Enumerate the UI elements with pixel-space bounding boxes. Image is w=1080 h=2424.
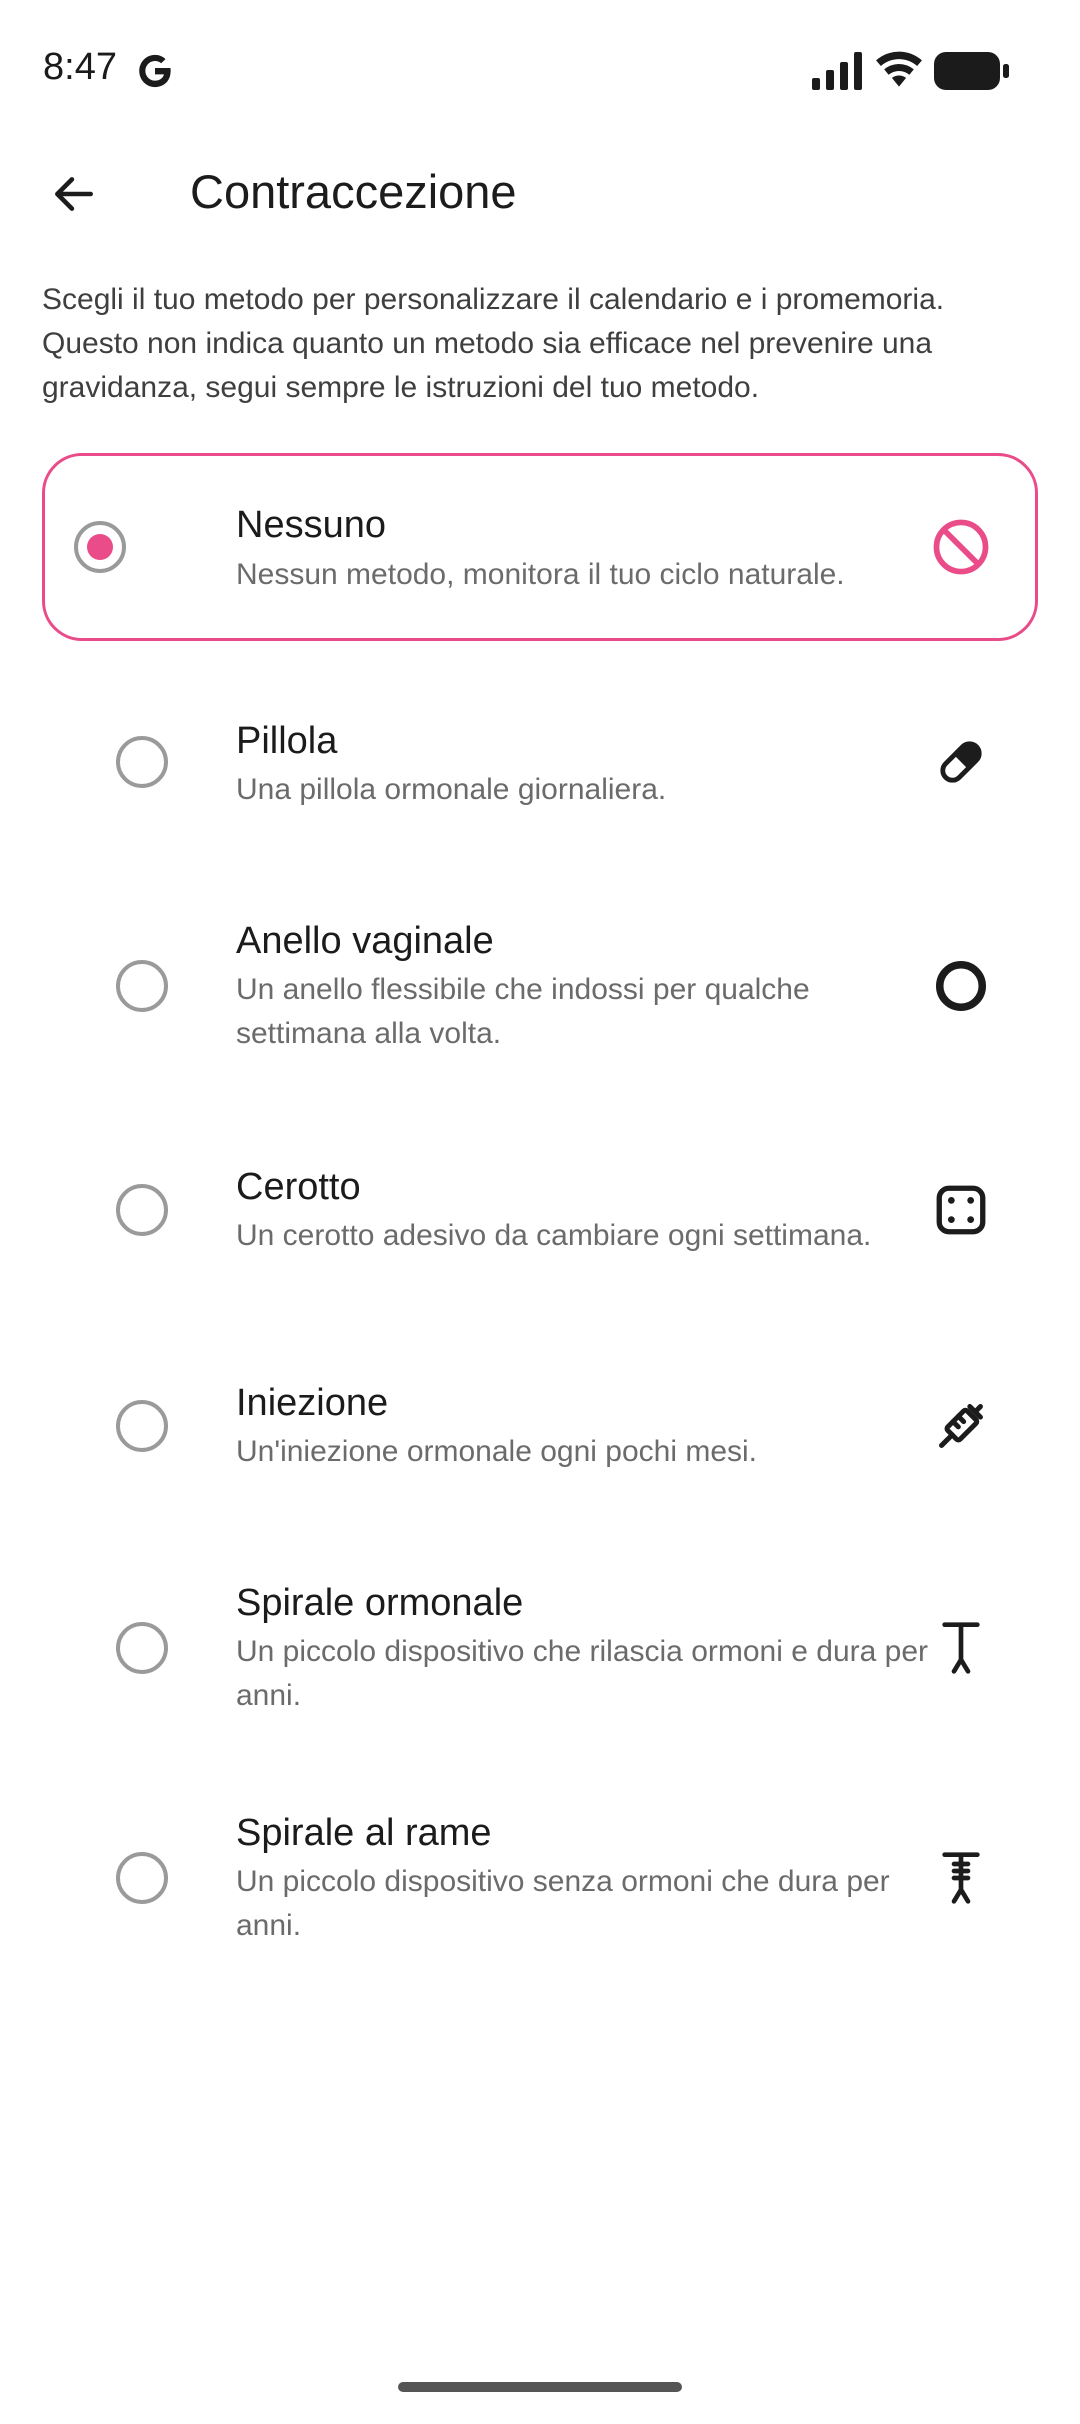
option-description: Un piccolo dispositivo che rilascia ormo… (236, 1635, 928, 1712)
pill-icon (925, 726, 997, 798)
patch-icon (925, 1174, 997, 1246)
hormonal-iud-icon (925, 1612, 997, 1684)
radio-button[interactable] (116, 960, 168, 1012)
radio-button[interactable] (116, 1852, 168, 1904)
option-pillola[interactable] (42, 690, 1038, 840)
option-description: Un'iniezione ormonale ogni pochi mesi. (236, 1435, 758, 1468)
battery-icon (934, 52, 1009, 90)
option-description: Un anello flessibile che indossi per qua… (236, 973, 810, 1050)
option-description: Nessun metodo, monitora il tuo ciclo nat… (236, 558, 845, 591)
option-title: Pillola (236, 720, 338, 762)
option-title: Nessuno (236, 504, 386, 546)
option-title: Anello vaginale (236, 920, 494, 962)
wifi-icon (876, 51, 922, 87)
arrow-back-icon (55, 177, 93, 211)
syringe-icon (925, 1390, 997, 1462)
radio-button[interactable] (74, 521, 126, 573)
copper-iud-icon (925, 1842, 997, 1914)
radio-selected-dot (87, 534, 113, 560)
back-button[interactable] (38, 158, 110, 230)
status-bar: 8:47 (0, 0, 1080, 140)
option-title: Cerotto (236, 1166, 361, 1208)
status-time: 8:47 (43, 46, 117, 88)
option-description: Un piccolo dispositivo senza ormoni che … (236, 1865, 890, 1942)
cellular-signal-icon (812, 52, 862, 90)
intro-text: Scegli il tuo metodo per personalizzare … (42, 283, 945, 404)
radio-button[interactable] (116, 1622, 168, 1674)
option-title: Spirale ormonale (236, 1582, 524, 1624)
radio-button[interactable] (116, 736, 168, 788)
option-title: Iniezione (236, 1382, 389, 1424)
option-description: Un cerotto adesivo da cambiare ogni sett… (236, 1219, 872, 1252)
option-title: Spirale al rame (236, 1812, 492, 1854)
google-icon (139, 54, 171, 88)
home-indicator[interactable] (398, 2382, 682, 2392)
option-nessuno[interactable] (42, 453, 1038, 641)
no-symbol-icon (925, 511, 997, 583)
page-title: Contraccezione (190, 165, 517, 218)
radio-button[interactable] (116, 1400, 168, 1452)
ring-icon (925, 950, 997, 1022)
radio-button[interactable] (116, 1184, 168, 1236)
option-description: Una pillola ormonale giornaliera. (236, 773, 667, 806)
